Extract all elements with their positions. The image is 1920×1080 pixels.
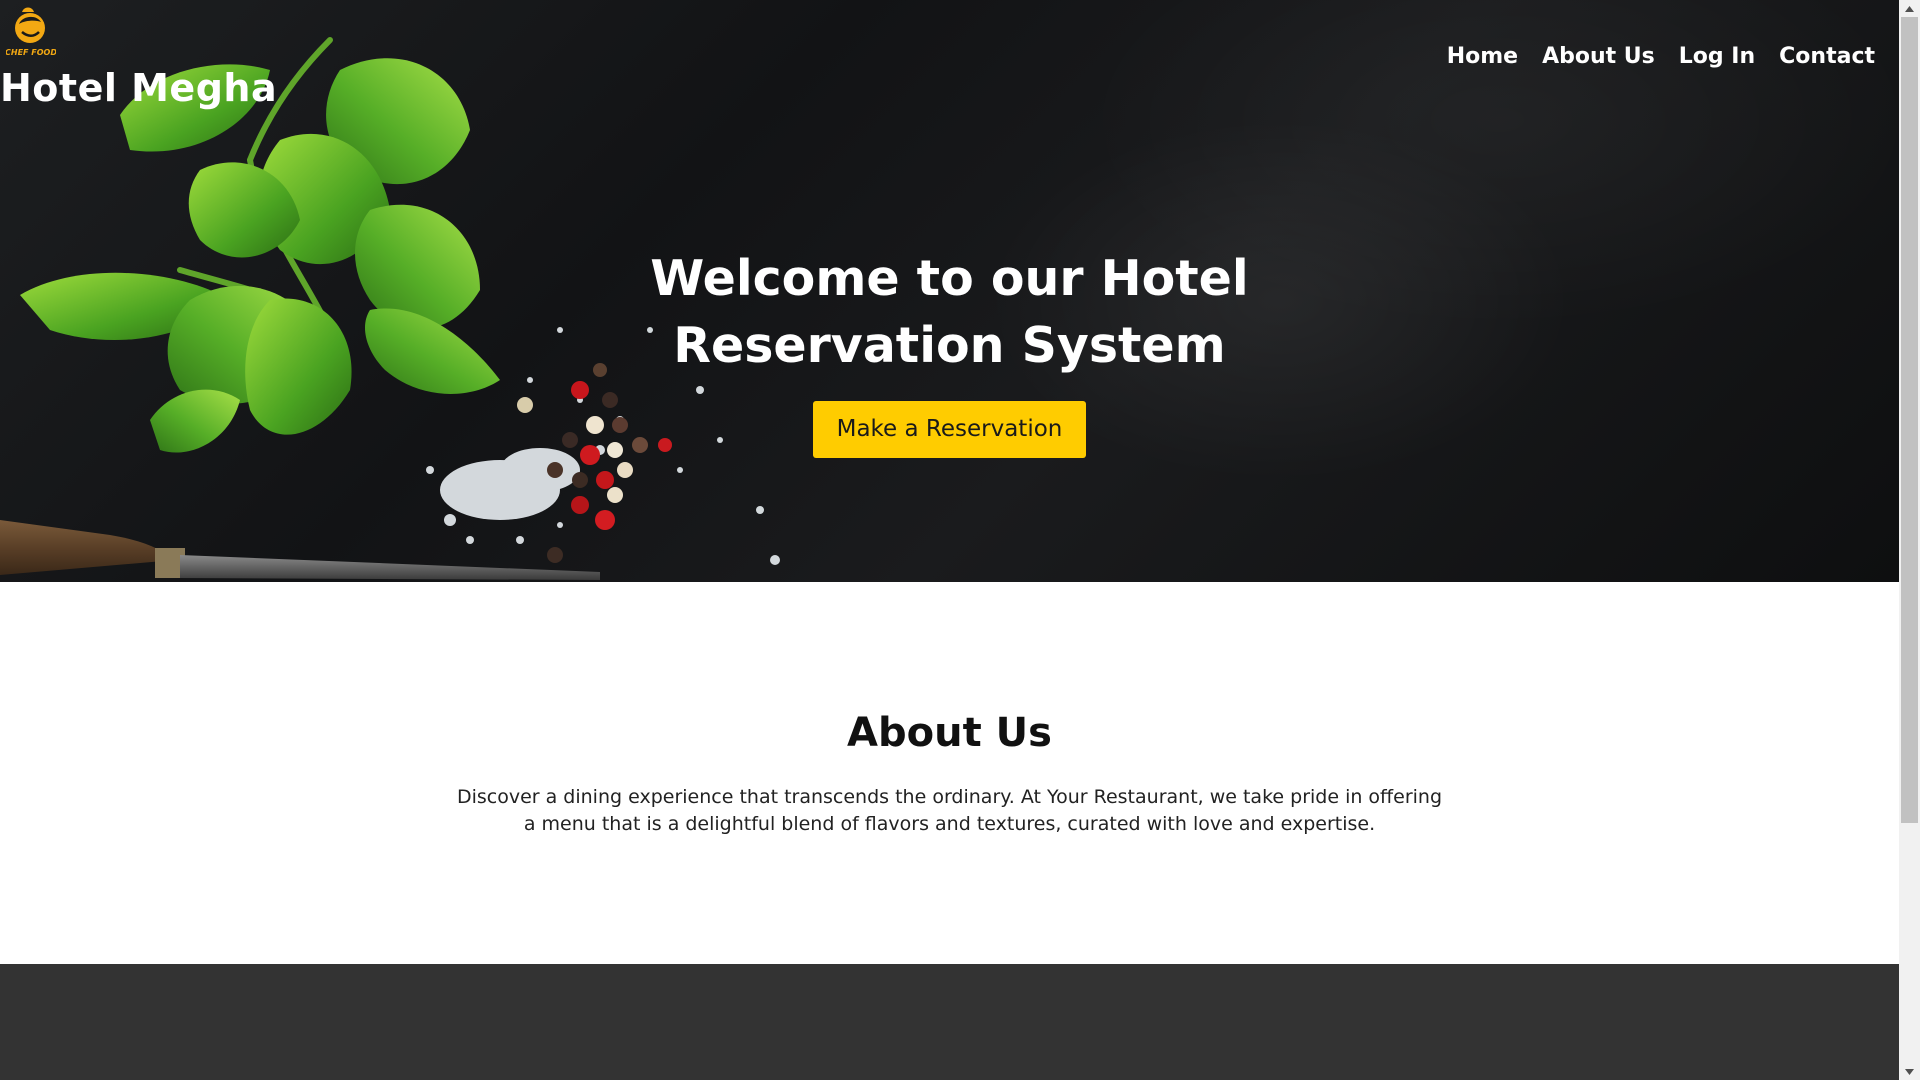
about-title: About Us [847, 710, 1052, 756]
about-text: Discover a dining experience that transc… [456, 786, 1443, 835]
nav-about-us-link[interactable]: About Us [1542, 44, 1655, 69]
scroll-down-arrow-icon[interactable] [1899, 1063, 1920, 1080]
hero-section: CHEF FOOD Hotel Megha Home About Us Log … [0, 0, 1899, 582]
fork [0, 520, 600, 580]
make-reservation-button[interactable]: Make a Reservation [812, 401, 1087, 458]
page: CHEF FOOD Hotel Megha Home About Us Log … [0, 0, 1920, 1080]
nav-home-link[interactable]: Home [1447, 44, 1518, 69]
logo-text: CHEF FOOD [6, 48, 56, 57]
hero-heading: Welcome to our Hotel Reservation System [650, 250, 1249, 374]
main-nav: Home About Us Log In Contact [1423, 44, 1875, 69]
scrollbar-thumb[interactable] [1901, 17, 1918, 823]
scroll-up-arrow-icon[interactable] [1899, 0, 1920, 17]
hero-content: Welcome to our Hotel Reservation System … [0, 245, 1899, 458]
vertical-scrollbar[interactable] [1899, 0, 1920, 1080]
about-section: About Us Discover a dining experience th… [0, 582, 1899, 964]
footer-section [0, 964, 1899, 1080]
brand-title: Hotel Megha [0, 66, 278, 110]
chef-food-logo-icon[interactable]: CHEF FOOD [6, 4, 56, 58]
nav-contact-link[interactable]: Contact [1779, 44, 1875, 69]
nav-log-in-link[interactable]: Log In [1679, 44, 1755, 69]
